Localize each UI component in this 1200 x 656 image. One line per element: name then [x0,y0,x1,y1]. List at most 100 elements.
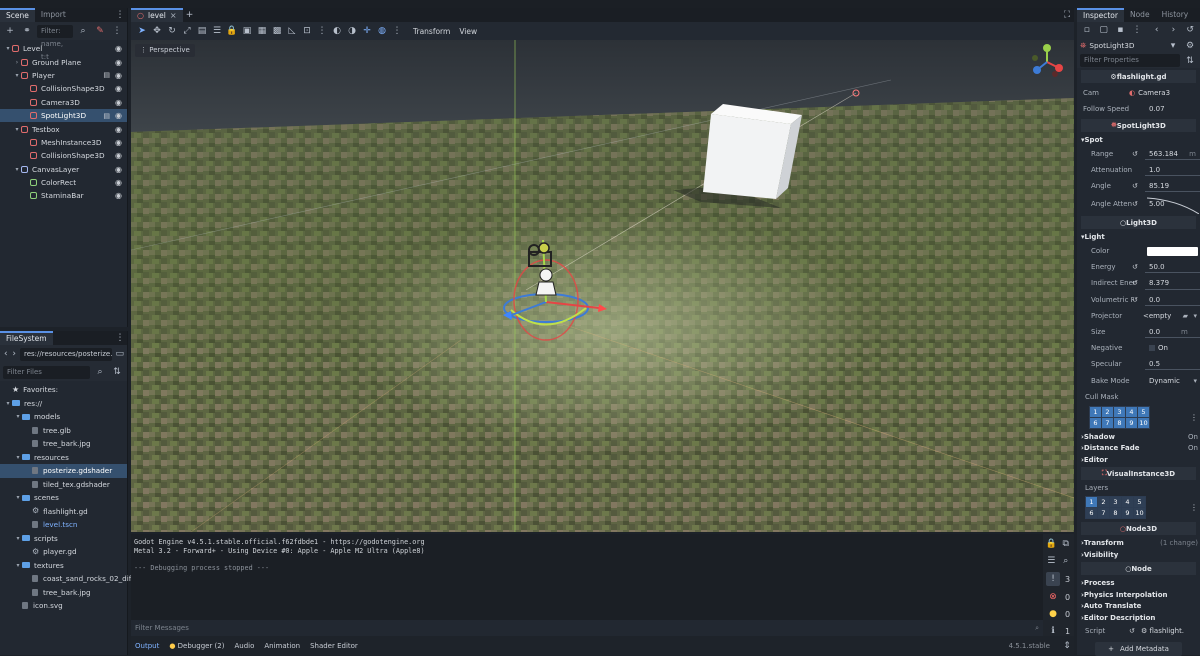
error-icon[interactable]: ⊗ [1046,590,1060,604]
menu-view[interactable]: View [459,27,477,36]
size-slider[interactable] [1145,337,1200,339]
sort-icon[interactable]: ⇅ [1183,54,1197,68]
layers-menu-icon[interactable]: ⋮ [1190,503,1198,512]
tab-shader-editor[interactable]: Shader Editor [310,642,358,650]
layer-cell[interactable]: 8 [1110,507,1121,518]
chevron-down-icon[interactable]: ▾ [14,562,22,569]
layer-cell[interactable]: 5 [1138,407,1149,418]
select-tool-icon[interactable]: ➤ [135,24,149,38]
chevron-down-icon[interactable]: ▾ [4,45,12,52]
tab-history[interactable]: History [1156,8,1195,22]
filesystem-item[interactable]: posterize.gdshader [0,464,127,478]
node-selector[interactable]: ⛯ SpotLight3D ▾ ⚙ [1077,38,1200,53]
script-icon[interactable]: ▤ [103,112,110,120]
visibility-group[interactable]: › Visibility [1077,549,1200,561]
sun-preview-icon[interactable]: ◐ [330,24,344,38]
move-tool-icon[interactable]: ✥ [150,24,164,38]
filter-icon[interactable]: ☰ [1045,554,1058,568]
layer-cell[interactable]: 10 [1134,507,1145,518]
light3d-section-header[interactable]: ○ Light3D [1081,216,1196,230]
filter-messages-input[interactable]: Filter Messages ⌕ [131,620,1043,636]
back-icon[interactable]: ‹ [3,347,8,361]
revert-icon[interactable]: ↺ [1132,296,1138,304]
dock-menu-icon[interactable]: ⋮ [113,8,127,22]
distance-fade-group[interactable]: › Distance Fade On [1077,442,1200,454]
angle-slider[interactable] [1145,191,1200,193]
layer-cell[interactable]: 9 [1122,507,1133,518]
tab-filesystem[interactable]: FileSystem [0,331,53,345]
add-node-icon[interactable]: + [3,24,17,38]
distraction-free-icon[interactable]: ⛶ [1060,8,1074,22]
tab-animation[interactable]: Animation [264,642,300,650]
filesystem-item[interactable]: tree.glb [0,424,127,438]
filesystem-item[interactable]: ⚙ flashlight.gd [0,505,127,519]
tab-import[interactable]: Import [35,8,72,22]
filesystem-item[interactable]: coast_sand_rocks_02_diff_... [0,572,144,586]
search-icon[interactable]: ⌕ [93,365,107,379]
volumetric-value[interactable]: 0.0 [1149,296,1160,304]
scene-tree-item[interactable]: CollisionShape3D ◉ [0,149,127,162]
scene-filter-input[interactable]: Filter: name, t:t [37,24,73,61]
chevron-down-icon[interactable]: ▾ [1193,377,1197,385]
scene-tree-item[interactable]: Camera3D ◉ [0,96,127,109]
script-icon[interactable]: ▤ [103,71,110,79]
revert-icon[interactable]: ↺ [1132,150,1138,158]
sort-icon[interactable]: ⇅ [110,365,124,379]
distance-fade-value[interactable]: On [1188,444,1198,452]
bake-mode-value[interactable]: Dynamic [1149,377,1180,385]
chevron-down-icon[interactable]: ▾ [14,494,22,501]
filesystem-item[interactable]: ▾ scripts [0,532,127,546]
layer-cell[interactable]: 4 [1122,496,1133,507]
visibility-eye-icon[interactable]: ◉ [115,125,122,134]
physics-interpolation-group[interactable]: › Physics Interpolation [1077,589,1200,601]
filesystem-item[interactable]: ▾ resources [0,451,127,465]
filesystem-item[interactable]: ▾ textures [0,559,127,573]
spot-group[interactable]: ▾ Spot [1077,134,1200,146]
scene-tree-item[interactable]: ▾ Player ▤ ◉ [0,69,127,82]
save-icon[interactable]: ▪ [1113,23,1127,37]
process-group[interactable]: › Process [1077,577,1200,589]
script-section-header[interactable]: ⚙ flashlight.gd [1081,70,1196,83]
object-menu-icon[interactable]: ⋮ [1130,23,1144,37]
filesystem-item[interactable]: ▾ res:// [0,397,127,411]
visibility-eye-icon[interactable]: ◉ [115,138,122,147]
layer-cell[interactable]: 9 [1126,418,1137,429]
open-icon[interactable]: ▢ [1097,23,1111,37]
close-icon[interactable]: × [170,12,177,20]
spotlight-section-header[interactable]: ⛯ SpotLight3D [1081,119,1196,133]
environment-icon[interactable]: ◑ [345,24,359,38]
chevron-down-icon[interactable]: ▾ [14,454,22,461]
scene-tree-item[interactable]: StaminaBar ◉ [0,189,127,202]
revert-icon[interactable]: ↺ [1132,279,1138,287]
local-space-icon[interactable]: ✛ [360,24,374,38]
visual-layers[interactable]: 1 2 3 4 5 6 7 8 9 10 [1085,495,1146,519]
revert-icon[interactable]: ↺ [1132,182,1138,190]
tab-node[interactable]: Node [1124,8,1156,22]
script-icon[interactable]: ✎ [93,24,107,38]
angle-value[interactable]: 85.19 [1149,182,1169,190]
chevron-right-icon[interactable]: › [13,59,21,66]
output-console[interactable]: Godot Engine v4.5.1.stable.official.f62f… [131,534,1043,620]
warning-icon[interactable]: ● [1046,607,1060,621]
toggle-panel-icon[interactable]: ⇕ [1060,639,1074,653]
scene-tree-item[interactable]: CollisionShape3D ◉ [0,82,127,95]
globe-icon[interactable]: ◍ [375,24,389,38]
visibility-eye-icon[interactable]: ◉ [115,44,122,53]
visibility-eye-icon[interactable]: ◉ [115,111,122,120]
cam-value[interactable]: ◐ Camera3 [1129,89,1170,97]
attenuation-curve[interactable] [1147,196,1199,215]
chevron-down-icon[interactable]: ▾ [4,400,12,407]
copy-icon[interactable]: ⧉ [1060,537,1073,551]
range-slider[interactable] [1145,159,1200,161]
node3d-section-header[interactable]: ○ Node3D [1081,522,1196,536]
filesystem-item[interactable]: ▾ scenes [0,491,127,505]
new-resource-icon[interactable]: ▫ [1080,23,1094,37]
layer-cell[interactable]: 7 [1102,418,1113,429]
message-icon[interactable]: ! [1046,572,1060,586]
chevron-down-icon[interactable]: ▾ [13,72,21,79]
scene-tree-item[interactable]: › Ground Plane ◉ [0,55,127,68]
chevron-down-icon[interactable]: ▾ [14,535,22,542]
layer-cell[interactable]: 10 [1138,418,1149,429]
forward-icon[interactable]: › [11,347,16,361]
filesystem-item[interactable]: tree_bark.jpg [0,437,127,451]
